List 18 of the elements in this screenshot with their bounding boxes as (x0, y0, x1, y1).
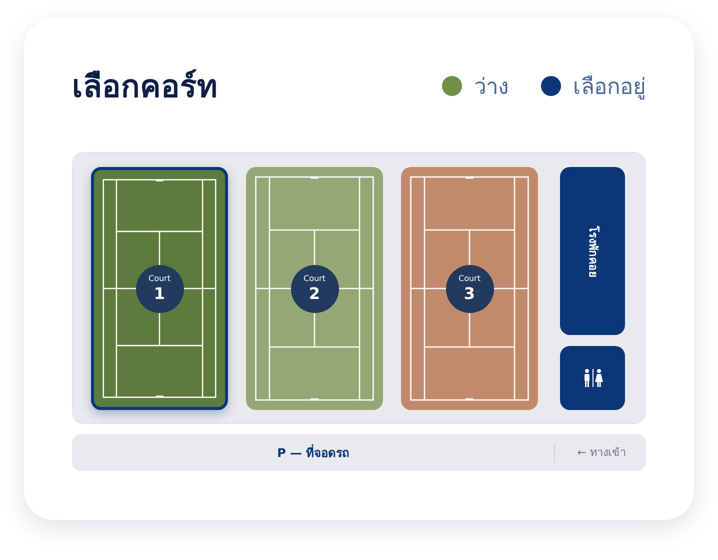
court-label: Court (148, 274, 170, 284)
court-number: 1 (154, 284, 166, 304)
court-number: 2 (308, 284, 320, 304)
court-number: 3 (464, 284, 476, 304)
legend-label: เลือกอยู่ (573, 74, 646, 102)
restroom-icon (582, 368, 604, 388)
building-label: โรงพักคอย (586, 226, 601, 276)
legend-label: ว่าง (474, 74, 509, 102)
building-block[interactable]: โรงพักคอย (560, 167, 625, 335)
court-label: Court (458, 274, 480, 284)
tennis-court[interactable]: Court 2 (246, 167, 383, 410)
court-label: Court (304, 274, 326, 284)
parking-label: P — ที่จอดรถ (276, 443, 350, 462)
tennis-court[interactable]: Court 3 (401, 167, 538, 410)
tennis-court[interactable]: Court 1 (91, 167, 228, 410)
restroom-block[interactable] (560, 346, 625, 410)
page-title: เลือกคอร์ท (72, 68, 217, 107)
entrance-label: ← ทางเข้า (554, 442, 646, 462)
